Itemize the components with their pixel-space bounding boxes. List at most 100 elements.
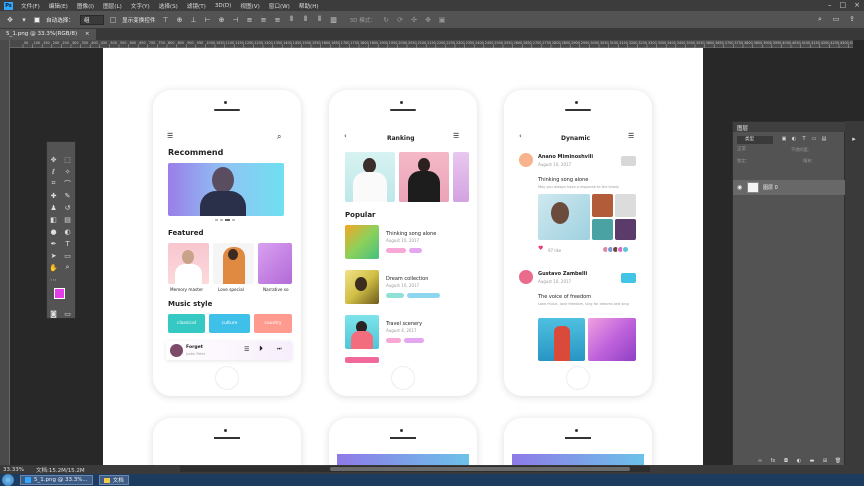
- distribute-right-icon[interactable]: ⦀: [316, 15, 324, 24]
- layers-tab[interactable]: 图层: [737, 124, 748, 132]
- quick-mask-icon[interactable]: ◙: [49, 309, 58, 318]
- move-tool-icon[interactable]: ✥: [6, 16, 14, 24]
- auto-select-checkbox[interactable]: [34, 16, 40, 23]
- chevron-down-icon[interactable]: ▾: [20, 16, 28, 24]
- document-tab[interactable]: 5_1.png @ 33.3%(RGB/8) ×: [0, 29, 96, 40]
- search-icon[interactable]: ⌕: [277, 132, 281, 142]
- ranking-cover-2[interactable]: [399, 152, 449, 202]
- mini-player[interactable]: Forget Justin Peter ☰ ⏵ ⏭: [166, 341, 292, 360]
- maximize-icon[interactable]: □: [840, 1, 847, 9]
- post-user-2[interactable]: Gustavo Zambelli: [538, 271, 587, 277]
- ruler-left[interactable]: [0, 40, 10, 465]
- song-cover-4[interactable]: [345, 357, 379, 363]
- post-user-1[interactable]: Anano Miminoshvili: [538, 154, 593, 160]
- history-brush-icon[interactable]: ↺: [63, 203, 72, 212]
- zoom-tool-icon[interactable]: ⌕: [63, 263, 72, 272]
- 3d-drag-icon[interactable]: ✣: [410, 16, 418, 24]
- align-vcenter-icon[interactable]: ⊕: [176, 16, 184, 24]
- 3d-rotate-icon[interactable]: ↻: [382, 16, 390, 24]
- hand-tool-icon[interactable]: ✋: [49, 263, 58, 272]
- search-icon[interactable]: ⌕: [816, 15, 824, 23]
- home-button[interactable]: [566, 366, 590, 390]
- menu-icon[interactable]: ☰: [453, 132, 459, 140]
- song-cover-1[interactable]: [345, 225, 379, 259]
- post-image-2b[interactable]: [588, 318, 636, 361]
- menu-file[interactable]: 文件(F): [21, 2, 40, 10]
- smart-filter-icon[interactable]: ▤: [821, 136, 827, 142]
- panel-collapse-icon[interactable]: ▸: [850, 135, 858, 143]
- back-icon[interactable]: ‹: [344, 132, 347, 140]
- shape-filter-icon[interactable]: ▭: [811, 136, 817, 142]
- 3d-slide-icon[interactable]: ✥: [424, 16, 432, 24]
- back-icon[interactable]: ‹: [519, 132, 522, 140]
- share-icon[interactable]: ⇪: [848, 15, 856, 23]
- align-left-icon[interactable]: ⊢: [204, 16, 212, 24]
- menu-edit[interactable]: 编辑(E): [49, 2, 68, 10]
- menu-layer[interactable]: 图层(L): [103, 2, 122, 10]
- link-icon[interactable]: ∞: [756, 457, 764, 465]
- style-classical[interactable]: classical: [168, 314, 205, 333]
- heart-icon[interactable]: ♥: [538, 245, 543, 252]
- playlist-icon[interactable]: ☰: [244, 346, 249, 353]
- blur-tool-icon[interactable]: ●: [49, 227, 58, 236]
- ruler-top[interactable]: 50 100 150 200 250 300 350 400 450 500 550 600 650 70…: [10, 40, 858, 48]
- type-tool-icon[interactable]: T: [63, 239, 72, 248]
- align-hcenter-icon[interactable]: ⊕: [218, 16, 226, 24]
- folder-icon[interactable]: ▬: [808, 457, 816, 465]
- menu-help[interactable]: 帮助(H): [299, 2, 319, 10]
- layer-name[interactable]: 图层 0: [763, 184, 778, 191]
- next-icon[interactable]: ⏭: [277, 346, 282, 352]
- adjustment-icon[interactable]: ◐: [795, 457, 803, 465]
- home-button[interactable]: [215, 366, 239, 390]
- workspace-icon[interactable]: ▭: [832, 15, 840, 23]
- move-tool-icon[interactable]: ✥: [49, 155, 58, 164]
- horizontal-scrollbar[interactable]: [180, 466, 650, 472]
- distribute-vcenter-icon[interactable]: ≡: [260, 16, 268, 24]
- eyedropper-icon[interactable]: ⌒: [63, 179, 72, 188]
- eraser-tool-icon[interactable]: ◧: [49, 215, 58, 224]
- more-tools-icon[interactable]: ⋯: [49, 275, 58, 284]
- distribute-left-icon[interactable]: ⦀: [288, 15, 296, 24]
- close-icon[interactable]: ×: [854, 1, 860, 9]
- fx-icon[interactable]: fx: [769, 457, 777, 465]
- featured-card-1[interactable]: [168, 243, 209, 284]
- menu-view[interactable]: 视图(V): [240, 2, 259, 10]
- user-avatar-1[interactable]: [519, 153, 533, 167]
- ranking-cover-1[interactable]: [345, 152, 395, 202]
- auto-align-icon[interactable]: ▥: [330, 16, 338, 24]
- menu-image[interactable]: 图像(I): [77, 2, 94, 10]
- menu-3d[interactable]: 3D(D): [215, 3, 232, 9]
- post-thumb[interactable]: [592, 194, 613, 217]
- menu-type[interactable]: 文字(Y): [131, 2, 150, 10]
- song-title-3[interactable]: Travel scenery: [386, 321, 422, 327]
- post-image-main-1[interactable]: [538, 194, 590, 240]
- follow-button-2[interactable]: [621, 273, 636, 283]
- magic-wand-icon[interactable]: ✧: [63, 167, 72, 176]
- featured-card-3[interactable]: [258, 243, 292, 284]
- user-avatar-2[interactable]: [519, 270, 533, 284]
- song-title-1[interactable]: Thinking song alone: [386, 231, 436, 237]
- show-transform-checkbox[interactable]: [109, 16, 116, 23]
- minimize-icon[interactable]: –: [828, 1, 832, 9]
- 3d-scale-icon[interactable]: ▣: [438, 16, 446, 24]
- post-image-2a[interactable]: [538, 318, 585, 361]
- menu-icon[interactable]: ☰: [628, 132, 634, 140]
- taskbar-photoshop[interactable]: 5_1.png @ 33.3%...: [20, 475, 93, 485]
- menu-icon[interactable]: ☰: [167, 132, 173, 140]
- post-thumb[interactable]: [615, 219, 636, 240]
- path-select-icon[interactable]: ➤: [49, 251, 58, 260]
- healing-brush-icon[interactable]: ✚: [49, 191, 58, 200]
- post-thumb[interactable]: [592, 219, 613, 240]
- crop-tool-icon[interactable]: ⌗: [49, 179, 58, 188]
- menu-select[interactable]: 选择(S): [159, 2, 178, 10]
- shape-tool-icon[interactable]: ▭: [63, 251, 72, 260]
- distribute-top-icon[interactable]: ≡: [246, 16, 254, 24]
- menu-window[interactable]: 窗口(W): [269, 2, 290, 10]
- type-filter-icon[interactable]: T: [801, 136, 807, 142]
- song-cover-2[interactable]: [345, 270, 379, 304]
- trash-icon[interactable]: 🗑: [834, 457, 842, 465]
- song-cover-3[interactable]: [345, 315, 379, 349]
- song-title-2[interactable]: Dream collection: [386, 276, 428, 282]
- screen-mode-icon[interactable]: ▭: [63, 309, 72, 318]
- style-culture[interactable]: culture: [209, 314, 250, 333]
